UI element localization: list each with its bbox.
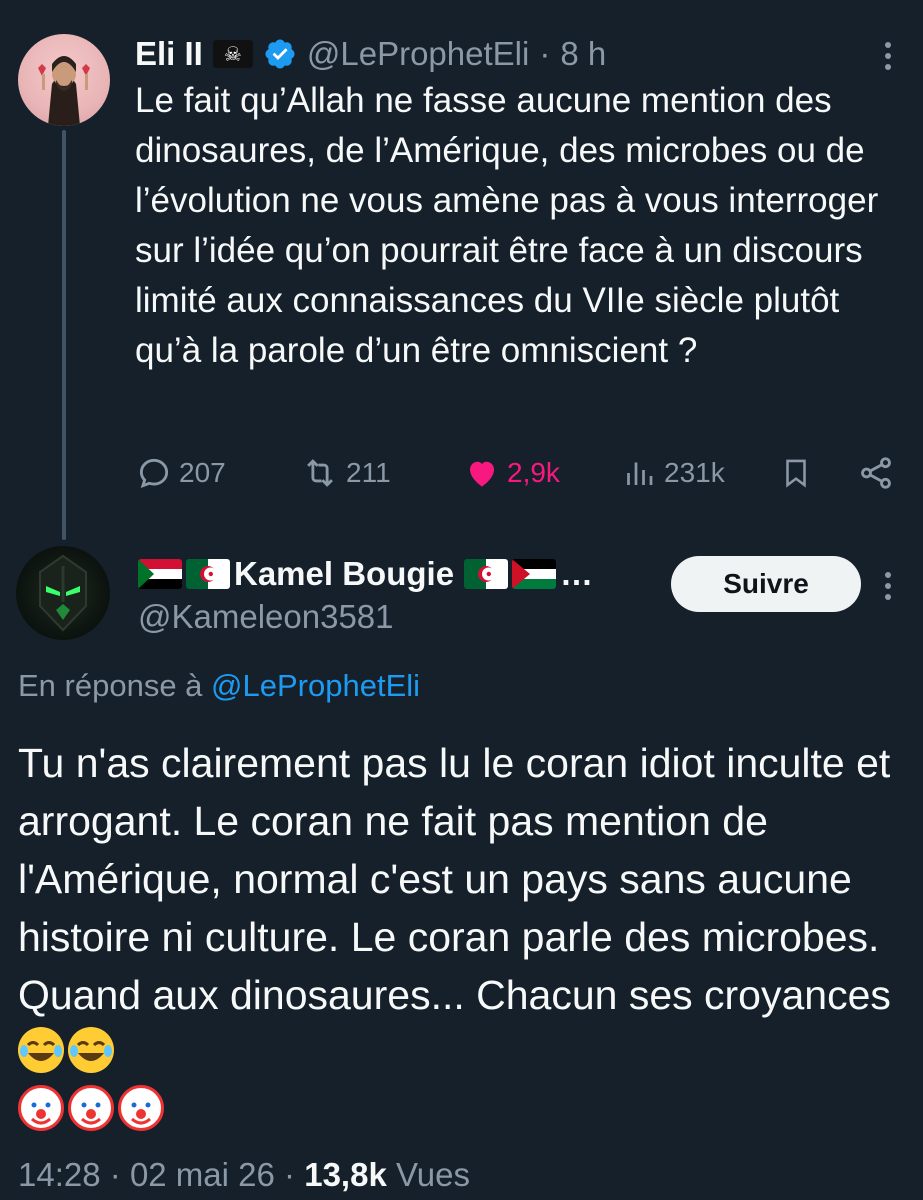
profile-picture-icon [38,56,90,126]
analytics-icon [627,462,653,485]
separator: · [109,1156,121,1193]
timestamp[interactable]: 8 h [560,35,606,73]
tweet-meta: 14:28 · 02 mai 26 · 13,8k Vues [18,1156,470,1194]
bookmark-icon [786,459,806,488]
display-name-row: Kamel Bougie … [138,550,593,598]
reply-to-link[interactable]: @LeProphetEli [211,668,420,703]
pirate-flag-icon: ☠ [212,40,253,68]
like-count: 2,9k [507,457,560,488]
more-options-icon[interactable] [878,36,898,76]
tweet-header: Eli II ☠ @LeProphetEli · 8 h [135,34,606,74]
share-button[interactable] [857,448,895,498]
handle[interactable]: @Kameleon3581 [138,598,394,636]
clown-face-icon [68,1085,114,1131]
tweet-text: Le fait qu’Allah ne fasse aucune mention… [135,81,879,370]
tweet-text-container: Tu n'as clairement pas lu le coran idiot… [18,734,908,1140]
verified-badge-icon [265,39,295,69]
avatar[interactable] [16,546,110,640]
algeria-flag-icon [464,559,509,589]
reply-prefix: En réponse à [18,668,203,703]
display-name[interactable]: Kamel Bougie [234,555,454,593]
display-name[interactable]: Eli II [135,35,203,73]
reply-context: En réponse à @LeProphetEli [18,668,420,704]
separator: · [284,1156,296,1193]
profile-picture-icon [39,554,87,632]
post-time[interactable]: 14:28 [18,1156,101,1193]
views-label: Vues [395,1156,470,1193]
share-icon [861,457,891,489]
name-truncation: … [560,555,594,592]
reply-button[interactable]: 207 [135,448,226,498]
face-with-tears-of-joy-icon [68,1027,114,1073]
face-with-tears-of-joy-icon [18,1027,64,1073]
retweet-count: 211 [346,457,391,488]
reply-icon [139,458,169,488]
views-button[interactable]: 231k [620,448,725,498]
reply-count: 207 [179,457,226,488]
clown-face-icon [118,1085,164,1131]
palestine-flag-icon [512,559,557,589]
tweet-actions: 207 211 2,9k 231k [135,448,905,498]
handle[interactable]: @LeProphetEli [307,35,529,73]
view-count[interactable]: 13,8k [304,1156,387,1193]
like-button[interactable]: 2,9k [463,448,560,498]
separator: · [539,35,551,72]
tweet-text: Tu n'as clairement pas lu le coran idiot… [18,740,891,1018]
thread-connector [62,130,66,540]
heart-icon [470,461,494,487]
retweet-button[interactable]: 211 [300,448,391,498]
sudan-flag-icon [138,559,182,589]
avatar[interactable] [18,34,110,126]
bookmark-button[interactable] [779,448,813,498]
more-options-icon[interactable] [878,566,898,606]
view-count: 231k [664,457,725,488]
retweet-icon [307,459,333,487]
post-date[interactable]: 02 mai 26 [130,1156,275,1193]
clown-face-icon [18,1085,64,1131]
algeria-flag-icon [186,559,230,589]
follow-button[interactable]: Suivre [671,556,861,612]
